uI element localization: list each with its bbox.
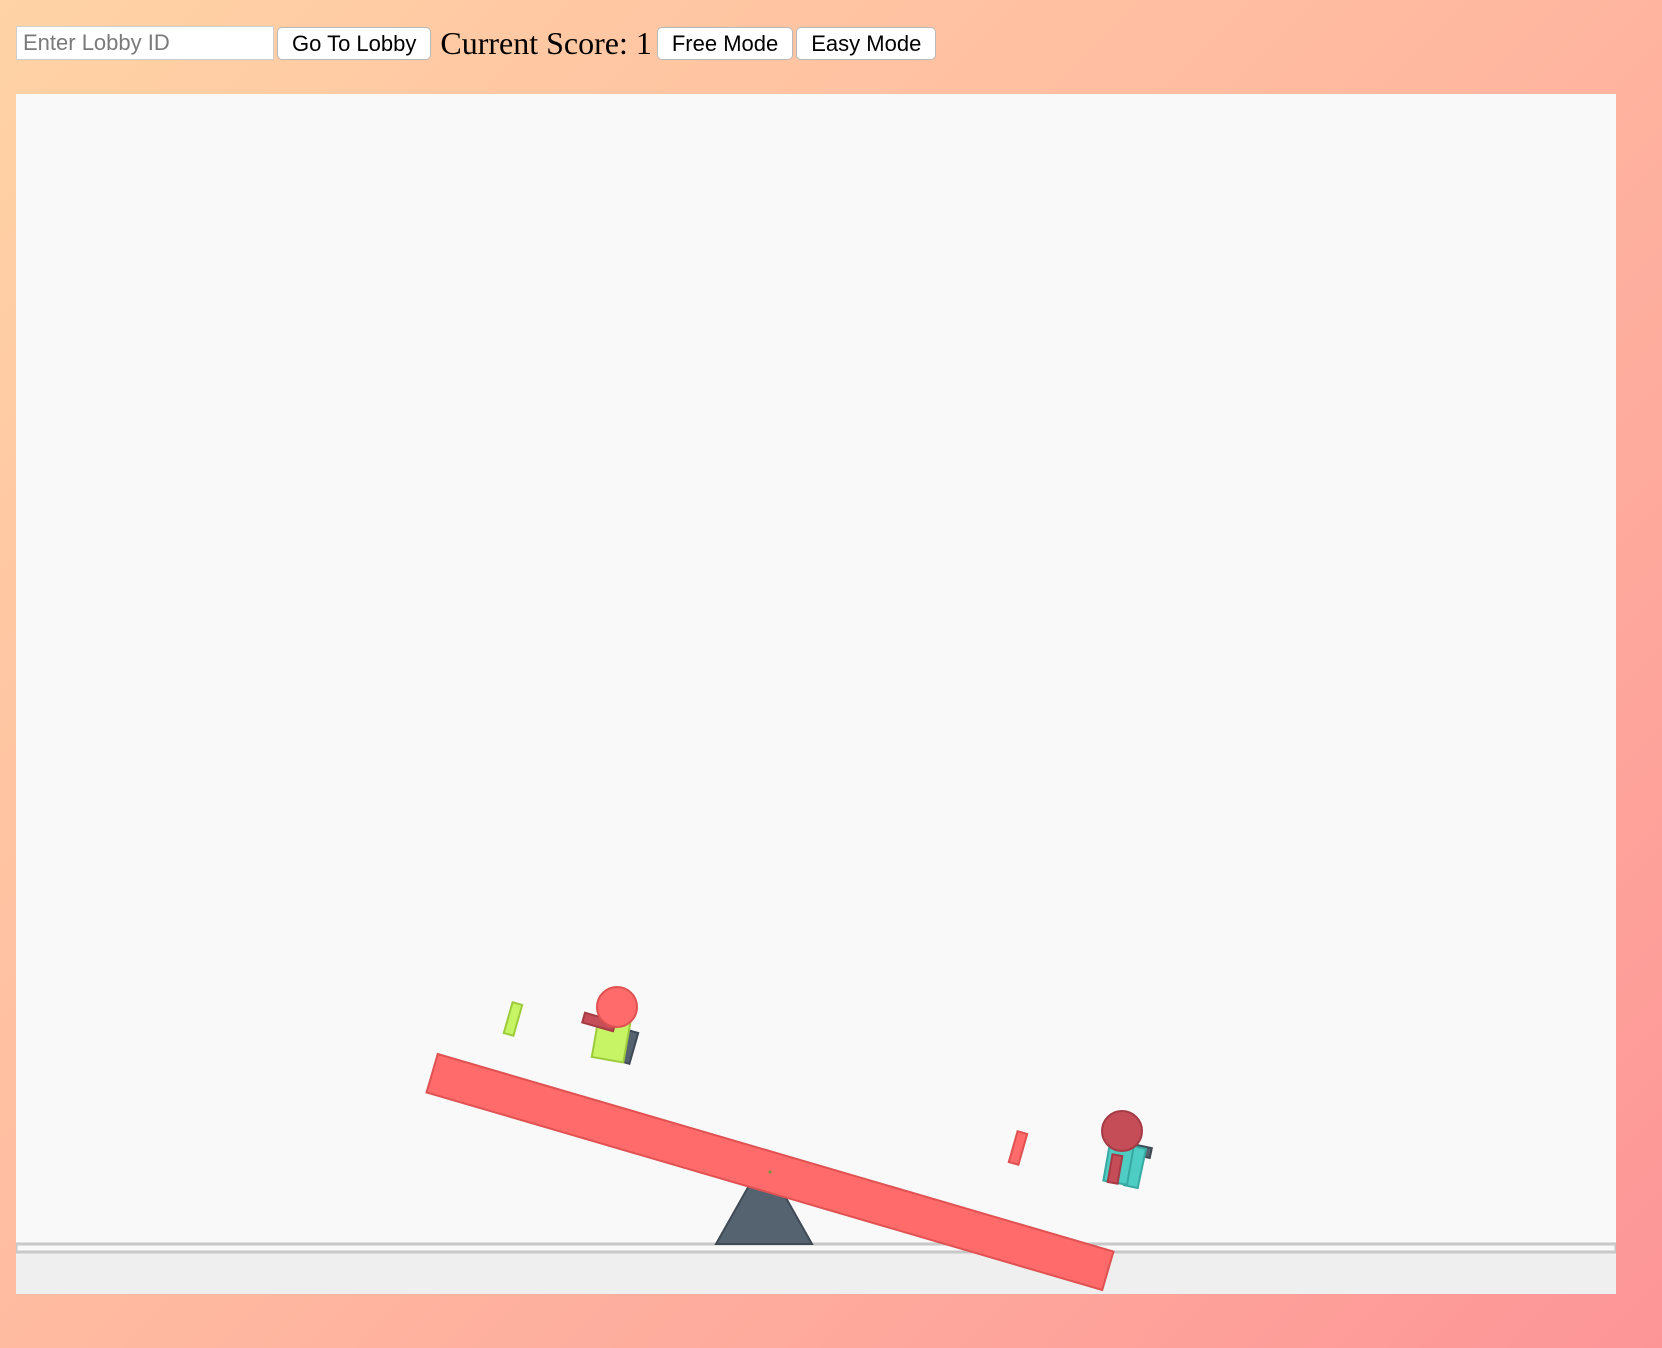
score-value: 1 [635, 24, 652, 61]
ground-line [16, 1242, 1616, 1254]
left-marker-peg [502, 1001, 524, 1037]
player-left-head [596, 986, 638, 1028]
game-canvas[interactable] [16, 94, 1616, 1294]
right-marker-peg [1007, 1130, 1029, 1166]
score-label: Current Score: [440, 24, 628, 61]
player-right-head [1101, 1110, 1143, 1152]
player-left [581, 986, 640, 1065]
easy-mode-button[interactable]: Easy Mode [796, 26, 937, 60]
player-right [1101, 1110, 1154, 1190]
lobby-id-input[interactable] [16, 26, 274, 60]
toolbar: Go To Lobby Current Score: 1 Free Mode E… [16, 24, 937, 62]
current-score: Current Score: 1 [434, 25, 654, 62]
game-scene [16, 986, 1616, 1294]
go-to-lobby-button[interactable]: Go To Lobby [277, 26, 432, 60]
free-mode-button[interactable]: Free Mode [656, 26, 794, 60]
